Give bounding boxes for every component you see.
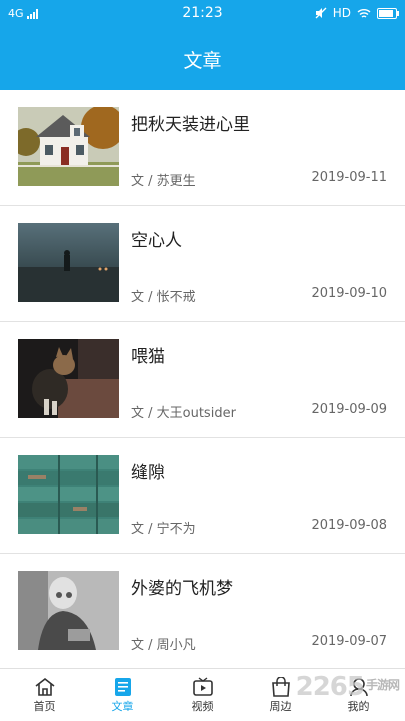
wood-planks-photo bbox=[18, 455, 119, 534]
article-date: 2019-09-09 bbox=[311, 402, 387, 417]
status-icons: HD bbox=[315, 6, 399, 20]
article-item[interactable]: 空心人 文 / 怅不戒 2019-09-10 bbox=[0, 206, 405, 322]
article-author: 文 / 周小凡 bbox=[131, 638, 196, 653]
page-title: 文章 bbox=[183, 50, 222, 72]
grandma-photo bbox=[18, 571, 119, 650]
article-author: 文 / 怅不戒 bbox=[131, 290, 196, 305]
tab-articles[interactable]: 文章 bbox=[82, 669, 163, 721]
cat-photo bbox=[18, 339, 119, 418]
article-title: 缝隙 bbox=[131, 463, 165, 483]
video-icon bbox=[192, 677, 213, 696]
article-item[interactable]: 缝隙 文 / 宁不为 2019-09-08 bbox=[0, 438, 405, 554]
article-icon bbox=[114, 678, 131, 696]
article-title: 喂猫 bbox=[131, 347, 165, 367]
watermark-sub: 手游网 bbox=[365, 678, 400, 692]
article-item[interactable]: 把秋天装进心里 文 / 苏更生 2019-09-11 bbox=[0, 90, 405, 206]
mute-icon bbox=[315, 7, 327, 19]
article-title: 外婆的飞机梦 bbox=[131, 579, 233, 599]
shop-bag-icon bbox=[271, 677, 290, 697]
house-photo bbox=[18, 107, 119, 186]
tab-home[interactable]: 首页 bbox=[4, 669, 85, 721]
article-title: 把秋天装进心里 bbox=[131, 115, 250, 135]
hd-badge: HD bbox=[332, 6, 351, 20]
article-item[interactable]: 外婆的飞机梦 文 / 周小凡 2019-09-07 bbox=[0, 554, 405, 670]
article-date: 2019-09-07 bbox=[311, 634, 387, 649]
wifi-icon bbox=[357, 8, 371, 18]
article-date: 2019-09-08 bbox=[311, 518, 387, 533]
tab-label: 文章 bbox=[111, 700, 134, 713]
tab-label: 视频 bbox=[191, 700, 214, 713]
home-icon bbox=[35, 677, 54, 696]
article-author: 文 / 苏更生 bbox=[131, 174, 196, 189]
watermark-main: 2265 bbox=[295, 672, 365, 702]
tab-video[interactable]: 视频 bbox=[162, 669, 243, 721]
dusk-field-photo bbox=[18, 223, 119, 302]
app-header: 4G 21:23 HD 文章 bbox=[0, 0, 405, 90]
article-author: 文 / 宁不为 bbox=[131, 522, 196, 537]
article-author: 文 / 大王outsider bbox=[131, 406, 236, 421]
article-date: 2019-09-11 bbox=[311, 170, 387, 185]
tab-label: 首页 bbox=[33, 700, 56, 713]
battery-icon bbox=[377, 7, 399, 19]
status-bar: 4G 21:23 HD bbox=[0, 0, 405, 28]
article-title: 空心人 bbox=[131, 231, 182, 251]
site-watermark: 2265 手游网 bbox=[295, 672, 400, 702]
article-item[interactable]: 喂猫 文 / 大王outsider 2019-09-09 bbox=[0, 322, 405, 438]
article-date: 2019-09-10 bbox=[311, 286, 387, 301]
article-list: 把秋天装进心里 文 / 苏更生 2019-09-11 空心人 文 / 怅不戒 2… bbox=[0, 90, 405, 670]
